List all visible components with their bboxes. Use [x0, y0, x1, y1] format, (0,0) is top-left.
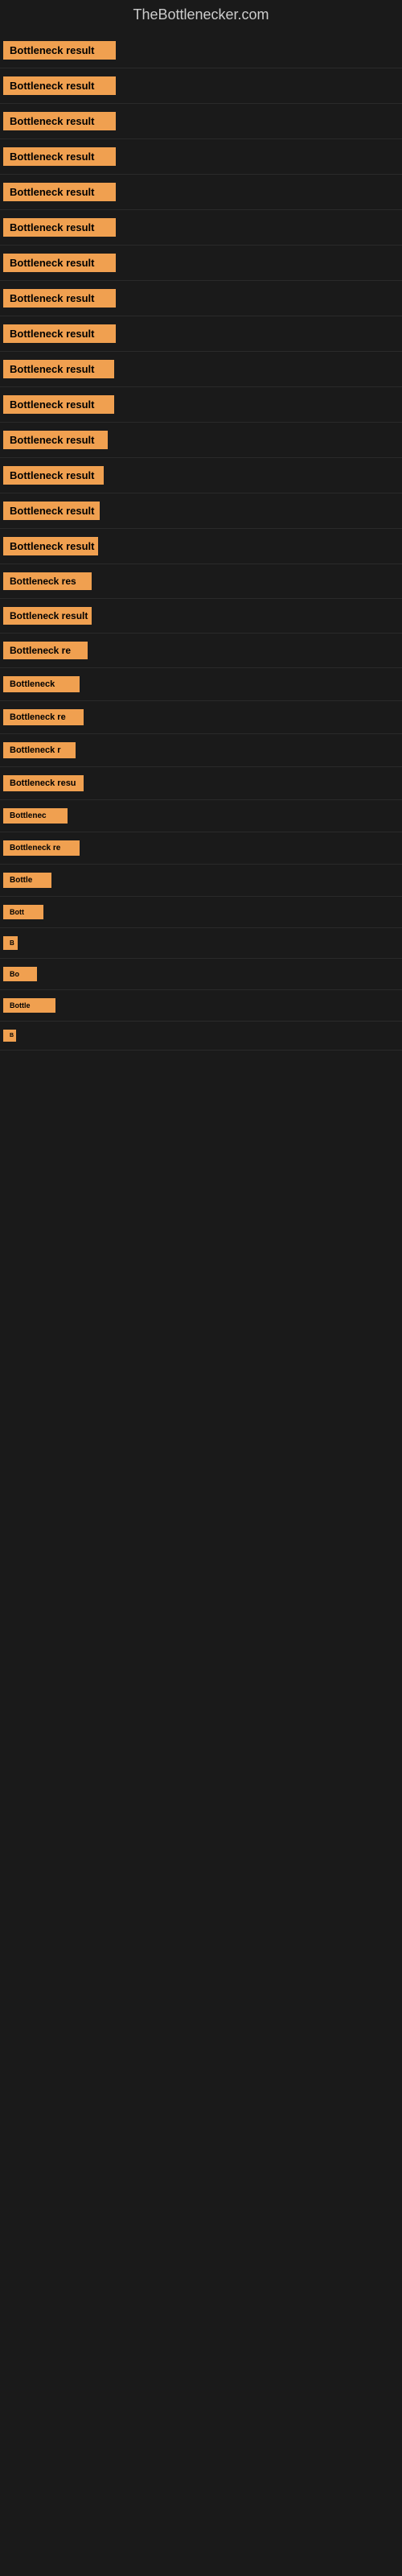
result-row: Bottleneck result: [0, 387, 402, 423]
result-row: Bott: [0, 897, 402, 928]
bottleneck-badge[interactable]: Bottleneck: [3, 676, 80, 692]
bottleneck-badge[interactable]: Bottleneck re: [3, 840, 80, 856]
result-row: Bottleneck result: [0, 33, 402, 68]
result-row: Bottleneck result: [0, 423, 402, 458]
result-row: Bottleneck: [0, 668, 402, 701]
result-row: Bottleneck re: [0, 832, 402, 865]
bottleneck-badge[interactable]: B: [3, 936, 18, 950]
bottleneck-badge[interactable]: Bottle: [3, 873, 51, 888]
result-row: Bottleneck result: [0, 493, 402, 529]
result-row: Bottleneck resu: [0, 767, 402, 800]
bottleneck-badge[interactable]: Bottleneck result: [3, 466, 104, 485]
bottleneck-badge[interactable]: Bottleneck re: [3, 709, 84, 725]
bottleneck-badge[interactable]: Bottleneck result: [3, 218, 116, 237]
bottleneck-badge[interactable]: Bottleneck result: [3, 395, 114, 414]
bottleneck-badge[interactable]: Bottleneck res: [3, 572, 92, 590]
result-row: Bottleneck result: [0, 352, 402, 387]
bottleneck-badge[interactable]: Bottleneck result: [3, 112, 116, 130]
bottleneck-badge[interactable]: Bottleneck result: [3, 254, 116, 272]
bottleneck-badge[interactable]: Bottleneck result: [3, 41, 116, 60]
bottleneck-badge[interactable]: Bottleneck result: [3, 502, 100, 520]
result-row: Bo: [0, 959, 402, 990]
result-row: Bottlenec: [0, 800, 402, 832]
bottleneck-badge[interactable]: Bottleneck result: [3, 431, 108, 449]
bottleneck-badge[interactable]: Bottleneck result: [3, 324, 116, 343]
bottleneck-badge[interactable]: Bottleneck re: [3, 642, 88, 659]
bottleneck-badge[interactable]: Bottleneck result: [3, 537, 98, 555]
result-row: Bottleneck r: [0, 734, 402, 767]
result-row: Bottleneck result: [0, 175, 402, 210]
result-row: Bottleneck res: [0, 564, 402, 599]
bottleneck-badge[interactable]: Bottleneck result: [3, 76, 116, 95]
result-row: Bottleneck result: [0, 139, 402, 175]
bottleneck-badge[interactable]: Bo: [3, 967, 37, 981]
result-row: Bottleneck result: [0, 529, 402, 564]
bottleneck-badge[interactable]: Bottleneck r: [3, 742, 76, 758]
bottleneck-badge[interactable]: Bottleneck result: [3, 183, 116, 201]
bottleneck-badge[interactable]: Bottleneck result: [3, 360, 114, 378]
result-row: Bottleneck result: [0, 104, 402, 139]
result-row: Bottleneck result: [0, 210, 402, 246]
result-row: Bottleneck result: [0, 458, 402, 493]
result-row: B: [0, 928, 402, 959]
bottleneck-badge[interactable]: B: [3, 1030, 16, 1042]
result-row: Bottleneck result: [0, 68, 402, 104]
result-row: Bottleneck result: [0, 599, 402, 634]
bottleneck-badge[interactable]: Bottleneck resu: [3, 775, 84, 791]
site-title: TheBottlenecker.com: [0, 0, 402, 33]
bottleneck-badge[interactable]: Bottlenec: [3, 808, 68, 824]
result-row: Bottleneck result: [0, 246, 402, 281]
result-row: B: [0, 1022, 402, 1051]
result-row: Bottleneck re: [0, 634, 402, 668]
result-row: Bottle: [0, 865, 402, 897]
result-row: Bottle: [0, 990, 402, 1022]
bottleneck-badge[interactable]: Bottleneck result: [3, 289, 116, 308]
result-row: Bottleneck result: [0, 316, 402, 352]
bottleneck-badge[interactable]: Bottleneck result: [3, 147, 116, 166]
bottleneck-badge[interactable]: Bottle: [3, 998, 55, 1013]
results-container: Bottleneck result Bottleneck result Bottle…: [0, 33, 402, 1131]
result-row: Bottleneck re: [0, 701, 402, 734]
bottleneck-badge[interactable]: Bottleneck result: [3, 607, 92, 625]
result-row: Bottleneck result: [0, 281, 402, 316]
bottleneck-badge[interactable]: Bott: [3, 905, 43, 919]
